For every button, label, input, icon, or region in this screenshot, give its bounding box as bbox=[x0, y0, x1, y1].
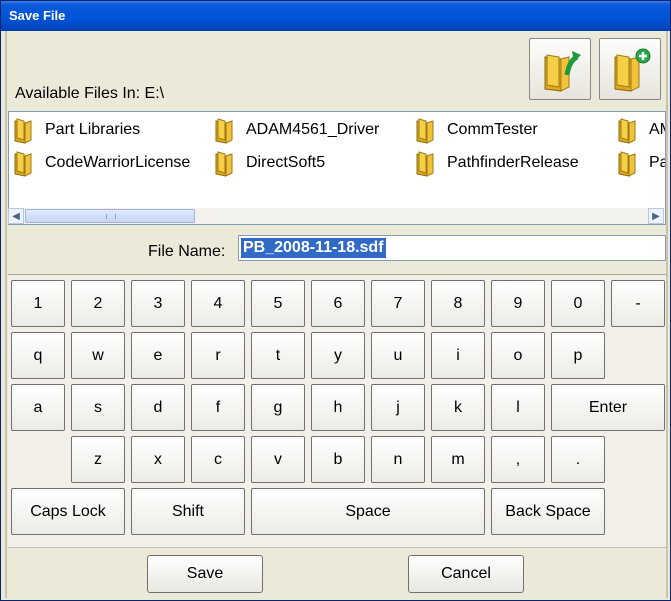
key-1[interactable]: 1 bbox=[11, 280, 65, 327]
key-r[interactable]: r bbox=[191, 332, 245, 379]
list-item[interactable]: Part Libraries bbox=[13, 115, 140, 145]
key-v[interactable]: v bbox=[251, 436, 305, 483]
key-f[interactable]: f bbox=[191, 384, 245, 431]
folder-icon bbox=[14, 118, 32, 144]
key-shift[interactable]: Shift bbox=[131, 488, 245, 535]
scroll-left-icon[interactable]: ◀ bbox=[8, 208, 24, 224]
file-name: CodeWarriorLicense bbox=[45, 154, 191, 171]
list-item[interactable]: ADAM4561_Driver bbox=[214, 115, 379, 145]
file-name: Part Libraries bbox=[45, 121, 141, 138]
key-k[interactable]: k bbox=[431, 384, 485, 431]
key-0[interactable]: 0 bbox=[551, 280, 605, 327]
key-n[interactable]: n bbox=[371, 436, 425, 483]
list-item[interactable]: DirectSoft5 bbox=[214, 148, 325, 178]
key-caps-lock[interactable]: Caps Lock bbox=[11, 488, 125, 535]
file-name: AM bbox=[649, 121, 665, 138]
list-item[interactable]: PathfinderRelease bbox=[415, 148, 579, 178]
key-g[interactable]: g bbox=[251, 384, 305, 431]
folder-up-icon bbox=[544, 51, 581, 92]
cancel-button[interactable]: Cancel bbox=[408, 555, 524, 593]
key-o[interactable]: o bbox=[491, 332, 545, 379]
folder-icon bbox=[618, 151, 636, 177]
file-name-label: File Name: bbox=[148, 243, 226, 260]
file-name-value: PB_2008-11-18.sdf bbox=[241, 238, 386, 258]
file-name: ADAM4561_Driver bbox=[246, 121, 380, 138]
key-period[interactable]: . bbox=[551, 436, 605, 483]
file-name: CommTester bbox=[447, 121, 538, 138]
key-z[interactable]: z bbox=[71, 436, 125, 483]
key-m[interactable]: m bbox=[431, 436, 485, 483]
file-name-input[interactable]: PB_2008-11-18.sdf bbox=[238, 235, 666, 261]
scroll-thumb[interactable] bbox=[25, 209, 195, 223]
key-y[interactable]: y bbox=[311, 332, 365, 379]
key-6[interactable]: 6 bbox=[311, 280, 365, 327]
folder-icon bbox=[215, 118, 233, 144]
save-button[interactable]: Save bbox=[147, 555, 263, 593]
folder-icon bbox=[416, 118, 434, 144]
key-h[interactable]: h bbox=[311, 384, 365, 431]
key-b[interactable]: b bbox=[311, 436, 365, 483]
key-backspace[interactable]: Back Space bbox=[491, 488, 605, 535]
key-e[interactable]: e bbox=[131, 332, 185, 379]
new-folder-button[interactable] bbox=[599, 38, 661, 100]
key-enter[interactable]: Enter bbox=[551, 384, 665, 431]
dialog-body: Available Files In: E:\ Part Libraries A… bbox=[5, 31, 668, 598]
horizontal-scrollbar[interactable]: ◀ ▶ bbox=[8, 208, 664, 224]
up-folder-button[interactable] bbox=[529, 38, 591, 100]
key-8[interactable]: 8 bbox=[431, 280, 485, 327]
key-minus[interactable]: - bbox=[611, 280, 665, 327]
key-x[interactable]: x bbox=[131, 436, 185, 483]
key-p[interactable]: p bbox=[551, 332, 605, 379]
list-item[interactable]: CodeWarriorLicense bbox=[13, 148, 190, 178]
folder-icon bbox=[215, 151, 233, 177]
key-q[interactable]: q bbox=[11, 332, 65, 379]
key-j[interactable]: j bbox=[371, 384, 425, 431]
location-label: Available Files In: E:\ bbox=[15, 85, 165, 102]
key-s[interactable]: s bbox=[71, 384, 125, 431]
file-name: PathfinderRelease bbox=[447, 154, 579, 171]
key-5[interactable]: 5 bbox=[251, 280, 305, 327]
key-3[interactable]: 3 bbox=[131, 280, 185, 327]
key-u[interactable]: u bbox=[371, 332, 425, 379]
key-space[interactable]: Space bbox=[251, 488, 485, 535]
window-title: Save File bbox=[9, 8, 66, 23]
folder-new-icon bbox=[614, 48, 651, 92]
file-name: Pa bbox=[649, 154, 665, 171]
list-item[interactable]: Pa bbox=[617, 148, 665, 178]
scroll-right-icon[interactable]: ▶ bbox=[648, 208, 664, 224]
key-comma[interactable]: , bbox=[491, 436, 545, 483]
folder-icon bbox=[14, 151, 32, 177]
file-name: DirectSoft5 bbox=[246, 154, 326, 171]
key-t[interactable]: t bbox=[251, 332, 305, 379]
title-bar[interactable]: Save File bbox=[1, 1, 670, 31]
folder-icon bbox=[416, 151, 434, 177]
save-file-dialog: Save File Available Files In: E:\ Part L… bbox=[0, 0, 671, 601]
folder-icon bbox=[618, 118, 636, 144]
key-2[interactable]: 2 bbox=[71, 280, 125, 327]
key-l[interactable]: l bbox=[491, 384, 545, 431]
on-screen-keyboard: 1 2 3 4 5 6 7 8 9 0 - q w e r t y u i o … bbox=[8, 274, 666, 548]
list-item[interactable]: CommTester bbox=[415, 115, 538, 145]
key-7[interactable]: 7 bbox=[371, 280, 425, 327]
key-d[interactable]: d bbox=[131, 384, 185, 431]
key-9[interactable]: 9 bbox=[491, 280, 545, 327]
key-c[interactable]: c bbox=[191, 436, 245, 483]
list-item[interactable]: AM bbox=[617, 115, 665, 145]
key-w[interactable]: w bbox=[71, 332, 125, 379]
key-i[interactable]: i bbox=[431, 332, 485, 379]
key-a[interactable]: a bbox=[11, 384, 65, 431]
key-4[interactable]: 4 bbox=[191, 280, 245, 327]
